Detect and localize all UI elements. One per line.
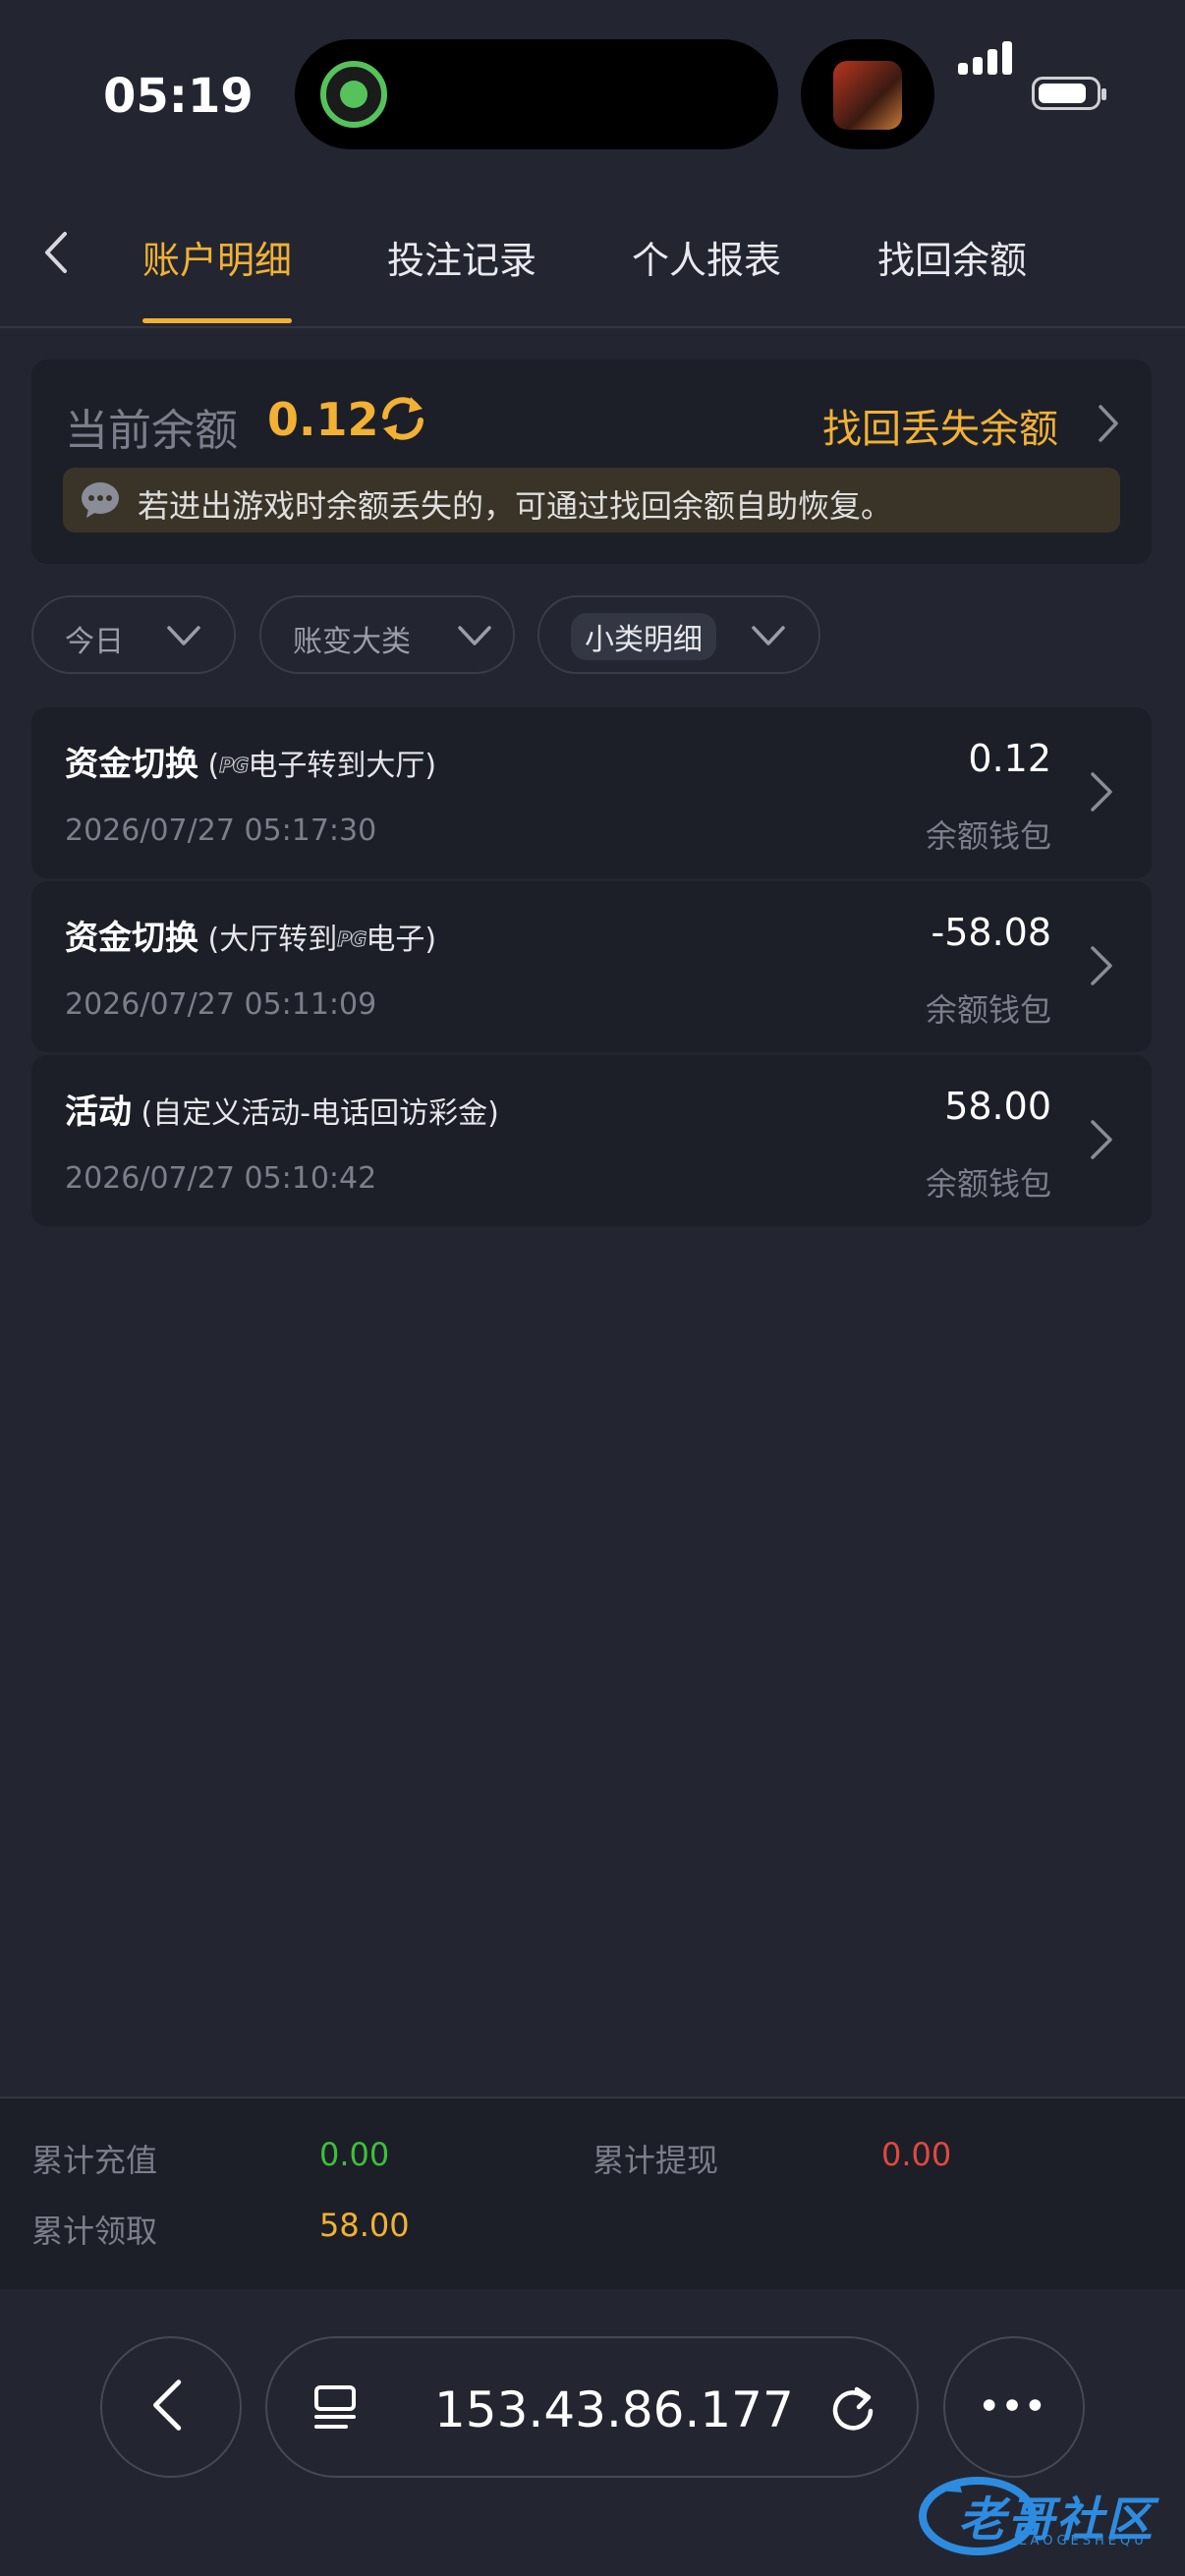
live-activity-pill [801,39,934,149]
browser-toolbar: 153.43.86.177 老哥社区 LAOGESHEQU [0,2289,1185,2576]
transaction-row[interactable]: 资金切换 (大厅转到PG电子) 2026/07/27 05:11:09 -58.… [31,881,1152,1052]
transaction-amount: 0.12 [968,737,1051,780]
browser-more-button[interactable] [943,2336,1085,2478]
chevron-right-icon [1091,946,1112,985]
total-withdraw-label: 累计提现 [592,2142,719,2179]
dynamic-island [295,39,778,149]
transaction-time: 2026/07/27 05:11:09 [65,987,377,1022]
chevron-down-icon [458,626,491,645]
app-activity-icon [320,61,387,128]
chevron-right-icon [1091,1120,1112,1159]
balance-label: 当前余额 [65,406,238,456]
transaction-title: 活动 (自定义活动-电话回访彩金) [65,1092,499,1132]
media-thumbnail [833,61,902,130]
status-time: 05:19 [103,69,254,124]
transaction-wallet: 余额钱包 [925,1165,1051,1203]
summary-panel: 累计充值 0.00 累计提现 0.00 累计领取 58.00 [0,2097,1185,2289]
transaction-time: 2026/07/27 05:17:30 [65,813,377,848]
balance-notice: 若进出游戏时余额丢失的，可通过找回余额自助恢复。 [63,468,1120,532]
transaction-row[interactable]: 活动 (自定义活动-电话回访彩金) 2026/07/27 05:10:42 58… [31,1055,1152,1226]
filter-subcategory-label: 小类明细 [571,613,716,660]
total-claim-value: 58.00 [319,2207,410,2244]
status-bar: 05:19 [0,0,1185,179]
chat-bubble-icon [82,482,119,518]
transaction-title: 资金切换 (大厅转到PG电子) [65,919,437,958]
chevron-down-icon [167,626,200,645]
chevron-right-icon[interactable] [1093,403,1122,444]
transaction-wallet: 余额钱包 [925,991,1051,1029]
tab-bet-records[interactable]: 投注记录 [387,230,536,284]
watermark-subtext: LAOGESHEQU [1019,2534,1148,2548]
chevron-left-icon [153,2380,182,2431]
active-tab-indicator [142,318,292,323]
tab-personal-report[interactable]: 个人报表 [632,230,781,284]
tab-account-details[interactable]: 账户明细 [142,230,292,284]
battery-icon [1032,77,1106,110]
url-text: 153.43.86.177 [434,2381,794,2438]
total-recharge-label: 累计充值 [31,2142,158,2179]
more-dots-icon [983,2399,1042,2411]
filter-major-category[interactable]: 账变大类 [259,595,515,674]
pg-logo-icon: PG [337,927,367,952]
transaction-amount: -58.08 [931,911,1052,954]
transaction-wallet: 余额钱包 [925,817,1051,855]
browser-back-button[interactable] [100,2336,242,2478]
top-tab-bar: 账户明细 投注记录 个人报表 找回余额 [0,179,1185,328]
transaction-title: 资金切换 (PG电子转到大厅) [65,745,437,784]
recover-lost-balance-link[interactable]: 找回丢失余额 [822,397,1058,454]
reload-icon[interactable] [823,2378,882,2436]
filter-subcategory[interactable]: 小类明细 [537,595,820,674]
watermark-logo: 老哥社区 LAOGESHEQU [919,2471,1176,2559]
transaction-row[interactable]: 资金切换 (PG电子转到大厅) 2026/07/27 05:17:30 0.12… [31,707,1152,878]
transaction-amount: 58.00 [944,1085,1051,1128]
address-bar[interactable]: 153.43.86.177 [265,2336,919,2478]
chevron-right-icon [1091,772,1112,812]
total-withdraw-value: 0.00 [881,2136,952,2173]
filter-date-label: 今日 [65,625,124,659]
refresh-icon[interactable] [375,391,430,446]
transaction-time: 2026/07/27 05:10:42 [65,1161,377,1196]
filter-date[interactable]: 今日 [31,595,236,674]
back-chevron-icon[interactable] [37,228,77,277]
notice-text: 若进出游戏时余额丢失的，可通过找回余额自助恢复。 [138,487,893,525]
tab-recover-balance[interactable]: 找回余额 [877,230,1027,284]
total-recharge-value: 0.00 [319,2136,390,2173]
page-menu-icon[interactable] [307,2378,366,2436]
total-claim-label: 累计领取 [31,2212,158,2250]
filter-major-category-label: 账变大类 [293,625,411,659]
balance-card: 当前余额 0.12 找回丢失余额 若进出游戏时余额丢失的，可通过找回余额自助恢复… [31,360,1152,564]
chevron-down-icon [752,626,785,645]
balance-value: 0.12 [267,393,379,446]
pg-logo-icon: PG [219,754,250,778]
